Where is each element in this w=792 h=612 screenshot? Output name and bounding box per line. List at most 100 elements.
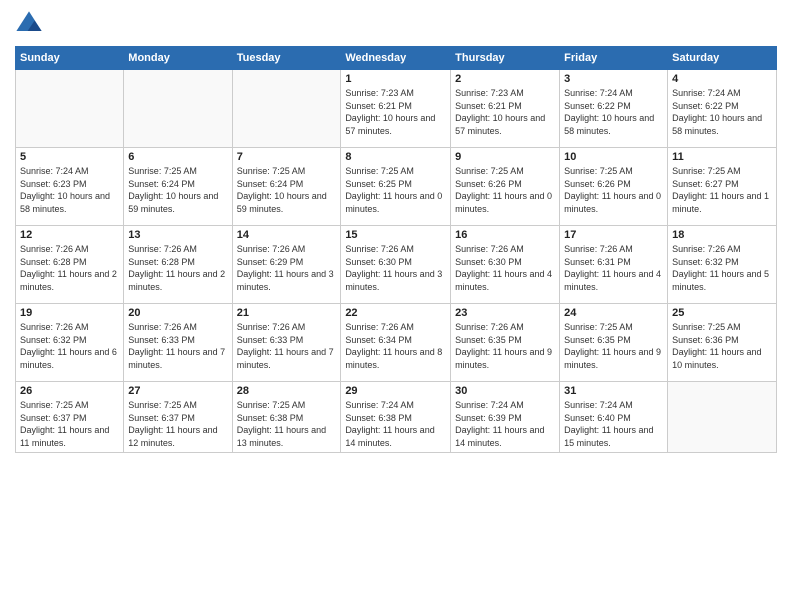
day-number: 8 — [345, 151, 446, 163]
calendar-cell: 21 Sunrise: 7:26 AM Sunset: 6:33 PM Dayli… — [232, 304, 341, 382]
logo-icon — [15, 10, 43, 38]
day-number: 17 — [564, 229, 663, 241]
calendar-cell: 5 Sunrise: 7:24 AM Sunset: 6:23 PM Daylig… — [16, 148, 124, 226]
day-number: 14 — [237, 229, 337, 241]
calendar-cell: 14 Sunrise: 7:26 AM Sunset: 6:29 PM Dayli… — [232, 226, 341, 304]
day-number: 11 — [672, 151, 772, 163]
day-number: 2 — [455, 73, 555, 85]
day-info: Sunrise: 7:26 AM Sunset: 6:30 PM Dayligh… — [345, 243, 446, 293]
day-number: 22 — [345, 307, 446, 319]
day-number: 19 — [20, 307, 119, 319]
calendar-week-row: 1Sunrise: 7:23 AM Sunset: 6:21 PM Daylig… — [16, 70, 777, 148]
day-info: Sunrise: 7:25 AM Sunset: 6:37 PM Dayligh… — [20, 399, 119, 449]
header — [15, 10, 777, 38]
day-header-monday: Monday — [124, 47, 232, 70]
calendar-cell — [16, 70, 124, 148]
day-info: Sunrise: 7:24 AM Sunset: 6:22 PM Dayligh… — [564, 87, 663, 137]
day-header-friday: Friday — [560, 47, 668, 70]
day-info: Sunrise: 7:26 AM Sunset: 6:35 PM Dayligh… — [455, 321, 555, 371]
day-info: Sunrise: 7:26 AM Sunset: 6:28 PM Dayligh… — [20, 243, 119, 293]
calendar-cell — [668, 382, 777, 453]
day-info: Sunrise: 7:26 AM Sunset: 6:28 PM Dayligh… — [128, 243, 227, 293]
calendar-week-row: 5 Sunrise: 7:24 AM Sunset: 6:23 PM Daylig… — [16, 148, 777, 226]
calendar-cell: 18 Sunrise: 7:26 AM Sunset: 6:32 PM Dayli… — [668, 226, 777, 304]
day-number: 13 — [128, 229, 227, 241]
day-info: Sunrise: 7:26 AM Sunset: 6:29 PM Dayligh… — [237, 243, 337, 293]
day-header-tuesday: Tuesday — [232, 47, 341, 70]
day-number: 31 — [564, 385, 663, 397]
calendar-cell: 26 Sunrise: 7:25 AM Sunset: 6:37 PM Dayli… — [16, 382, 124, 453]
day-info: Sunrise: 7:26 AM Sunset: 6:32 PM Dayligh… — [672, 243, 772, 293]
calendar-cell: 15 Sunrise: 7:26 AM Sunset: 6:30 PM Dayli… — [341, 226, 451, 304]
calendar-cell: 27Sunrise: 7:25 AM Sunset: 6:37 PM Dayli… — [124, 382, 232, 453]
day-number: 10 — [564, 151, 663, 163]
day-info: Sunrise: 7:25 AM Sunset: 6:27 PM Dayligh… — [672, 165, 772, 215]
calendar-cell: 17 Sunrise: 7:26 AM Sunset: 6:31 PM Dayli… — [560, 226, 668, 304]
calendar-cell: 13 Sunrise: 7:26 AM Sunset: 6:28 PM Dayli… — [124, 226, 232, 304]
calendar-cell: 7 Sunrise: 7:25 AM Sunset: 6:24 PM Daylig… — [232, 148, 341, 226]
day-info: Sunrise: 7:25 AM Sunset: 6:24 PM Dayligh… — [237, 165, 337, 215]
calendar-week-row: 12 Sunrise: 7:26 AM Sunset: 6:28 PM Dayli… — [16, 226, 777, 304]
day-number: 23 — [455, 307, 555, 319]
calendar-cell: 10 Sunrise: 7:25 AM Sunset: 6:26 PM Dayli… — [560, 148, 668, 226]
day-info: Sunrise: 7:24 AM Sunset: 6:39 PM Dayligh… — [455, 399, 555, 449]
day-number: 15 — [345, 229, 446, 241]
logo — [15, 10, 47, 38]
calendar-cell: 1Sunrise: 7:23 AM Sunset: 6:21 PM Daylig… — [341, 70, 451, 148]
day-number: 4 — [672, 73, 772, 85]
day-number: 30 — [455, 385, 555, 397]
day-number: 12 — [20, 229, 119, 241]
day-info: Sunrise: 7:25 AM Sunset: 6:35 PM Dayligh… — [564, 321, 663, 371]
calendar-cell: 29 Sunrise: 7:24 AM Sunset: 6:38 PM Dayli… — [341, 382, 451, 453]
day-info: Sunrise: 7:24 AM Sunset: 6:22 PM Dayligh… — [672, 87, 772, 137]
day-number: 28 — [237, 385, 337, 397]
day-info: Sunrise: 7:25 AM Sunset: 6:37 PM Dayligh… — [128, 399, 227, 449]
day-number: 21 — [237, 307, 337, 319]
calendar-cell — [232, 70, 341, 148]
day-info: Sunrise: 7:24 AM Sunset: 6:38 PM Dayligh… — [345, 399, 446, 449]
calendar-cell: 30 Sunrise: 7:24 AM Sunset: 6:39 PM Dayli… — [451, 382, 560, 453]
calendar-week-row: 19 Sunrise: 7:26 AM Sunset: 6:32 PM Dayli… — [16, 304, 777, 382]
day-info: Sunrise: 7:25 AM Sunset: 6:26 PM Dayligh… — [564, 165, 663, 215]
day-info: Sunrise: 7:26 AM Sunset: 6:31 PM Dayligh… — [564, 243, 663, 293]
day-info: Sunrise: 7:25 AM Sunset: 6:36 PM Dayligh… — [672, 321, 772, 371]
calendar-cell: 25 Sunrise: 7:25 AM Sunset: 6:36 PM Dayli… — [668, 304, 777, 382]
day-info: Sunrise: 7:26 AM Sunset: 6:32 PM Dayligh… — [20, 321, 119, 371]
calendar-cell: 6 Sunrise: 7:25 AM Sunset: 6:24 PM Daylig… — [124, 148, 232, 226]
calendar-cell: 11 Sunrise: 7:25 AM Sunset: 6:27 PM Dayli… — [668, 148, 777, 226]
calendar-cell: 23 Sunrise: 7:26 AM Sunset: 6:35 PM Dayli… — [451, 304, 560, 382]
day-number: 26 — [20, 385, 119, 397]
calendar-cell: 22 Sunrise: 7:26 AM Sunset: 6:34 PM Dayli… — [341, 304, 451, 382]
day-number: 5 — [20, 151, 119, 163]
day-info: Sunrise: 7:25 AM Sunset: 6:38 PM Dayligh… — [237, 399, 337, 449]
day-header-wednesday: Wednesday — [341, 47, 451, 70]
day-number: 16 — [455, 229, 555, 241]
day-number: 18 — [672, 229, 772, 241]
calendar-cell: 12 Sunrise: 7:26 AM Sunset: 6:28 PM Dayli… — [16, 226, 124, 304]
calendar-cell: 2Sunrise: 7:23 AM Sunset: 6:21 PM Daylig… — [451, 70, 560, 148]
day-info: Sunrise: 7:26 AM Sunset: 6:33 PM Dayligh… — [237, 321, 337, 371]
page: SundayMondayTuesdayWednesdayThursdayFrid… — [0, 0, 792, 612]
day-number: 7 — [237, 151, 337, 163]
day-info: Sunrise: 7:26 AM Sunset: 6:34 PM Dayligh… — [345, 321, 446, 371]
calendar-cell: 16Sunrise: 7:26 AM Sunset: 6:30 PM Dayli… — [451, 226, 560, 304]
day-number: 25 — [672, 307, 772, 319]
day-header-sunday: Sunday — [16, 47, 124, 70]
day-info: Sunrise: 7:25 AM Sunset: 6:24 PM Dayligh… — [128, 165, 227, 215]
day-header-saturday: Saturday — [668, 47, 777, 70]
calendar-cell — [124, 70, 232, 148]
day-number: 6 — [128, 151, 227, 163]
calendar-week-row: 26 Sunrise: 7:25 AM Sunset: 6:37 PM Dayli… — [16, 382, 777, 453]
day-number: 24 — [564, 307, 663, 319]
calendar-table: SundayMondayTuesdayWednesdayThursdayFrid… — [15, 46, 777, 453]
calendar-cell: 31Sunrise: 7:24 AM Sunset: 6:40 PM Dayli… — [560, 382, 668, 453]
day-info: Sunrise: 7:23 AM Sunset: 6:21 PM Dayligh… — [345, 87, 446, 137]
calendar-cell: 19 Sunrise: 7:26 AM Sunset: 6:32 PM Dayli… — [16, 304, 124, 382]
day-number: 29 — [345, 385, 446, 397]
day-info: Sunrise: 7:26 AM Sunset: 6:33 PM Dayligh… — [128, 321, 227, 371]
calendar-header-row: SundayMondayTuesdayWednesdayThursdayFrid… — [16, 47, 777, 70]
day-number: 20 — [128, 307, 227, 319]
calendar-cell: 8 Sunrise: 7:25 AM Sunset: 6:25 PM Daylig… — [341, 148, 451, 226]
day-info: Sunrise: 7:25 AM Sunset: 6:25 PM Dayligh… — [345, 165, 446, 215]
day-info: Sunrise: 7:24 AM Sunset: 6:23 PM Dayligh… — [20, 165, 119, 215]
